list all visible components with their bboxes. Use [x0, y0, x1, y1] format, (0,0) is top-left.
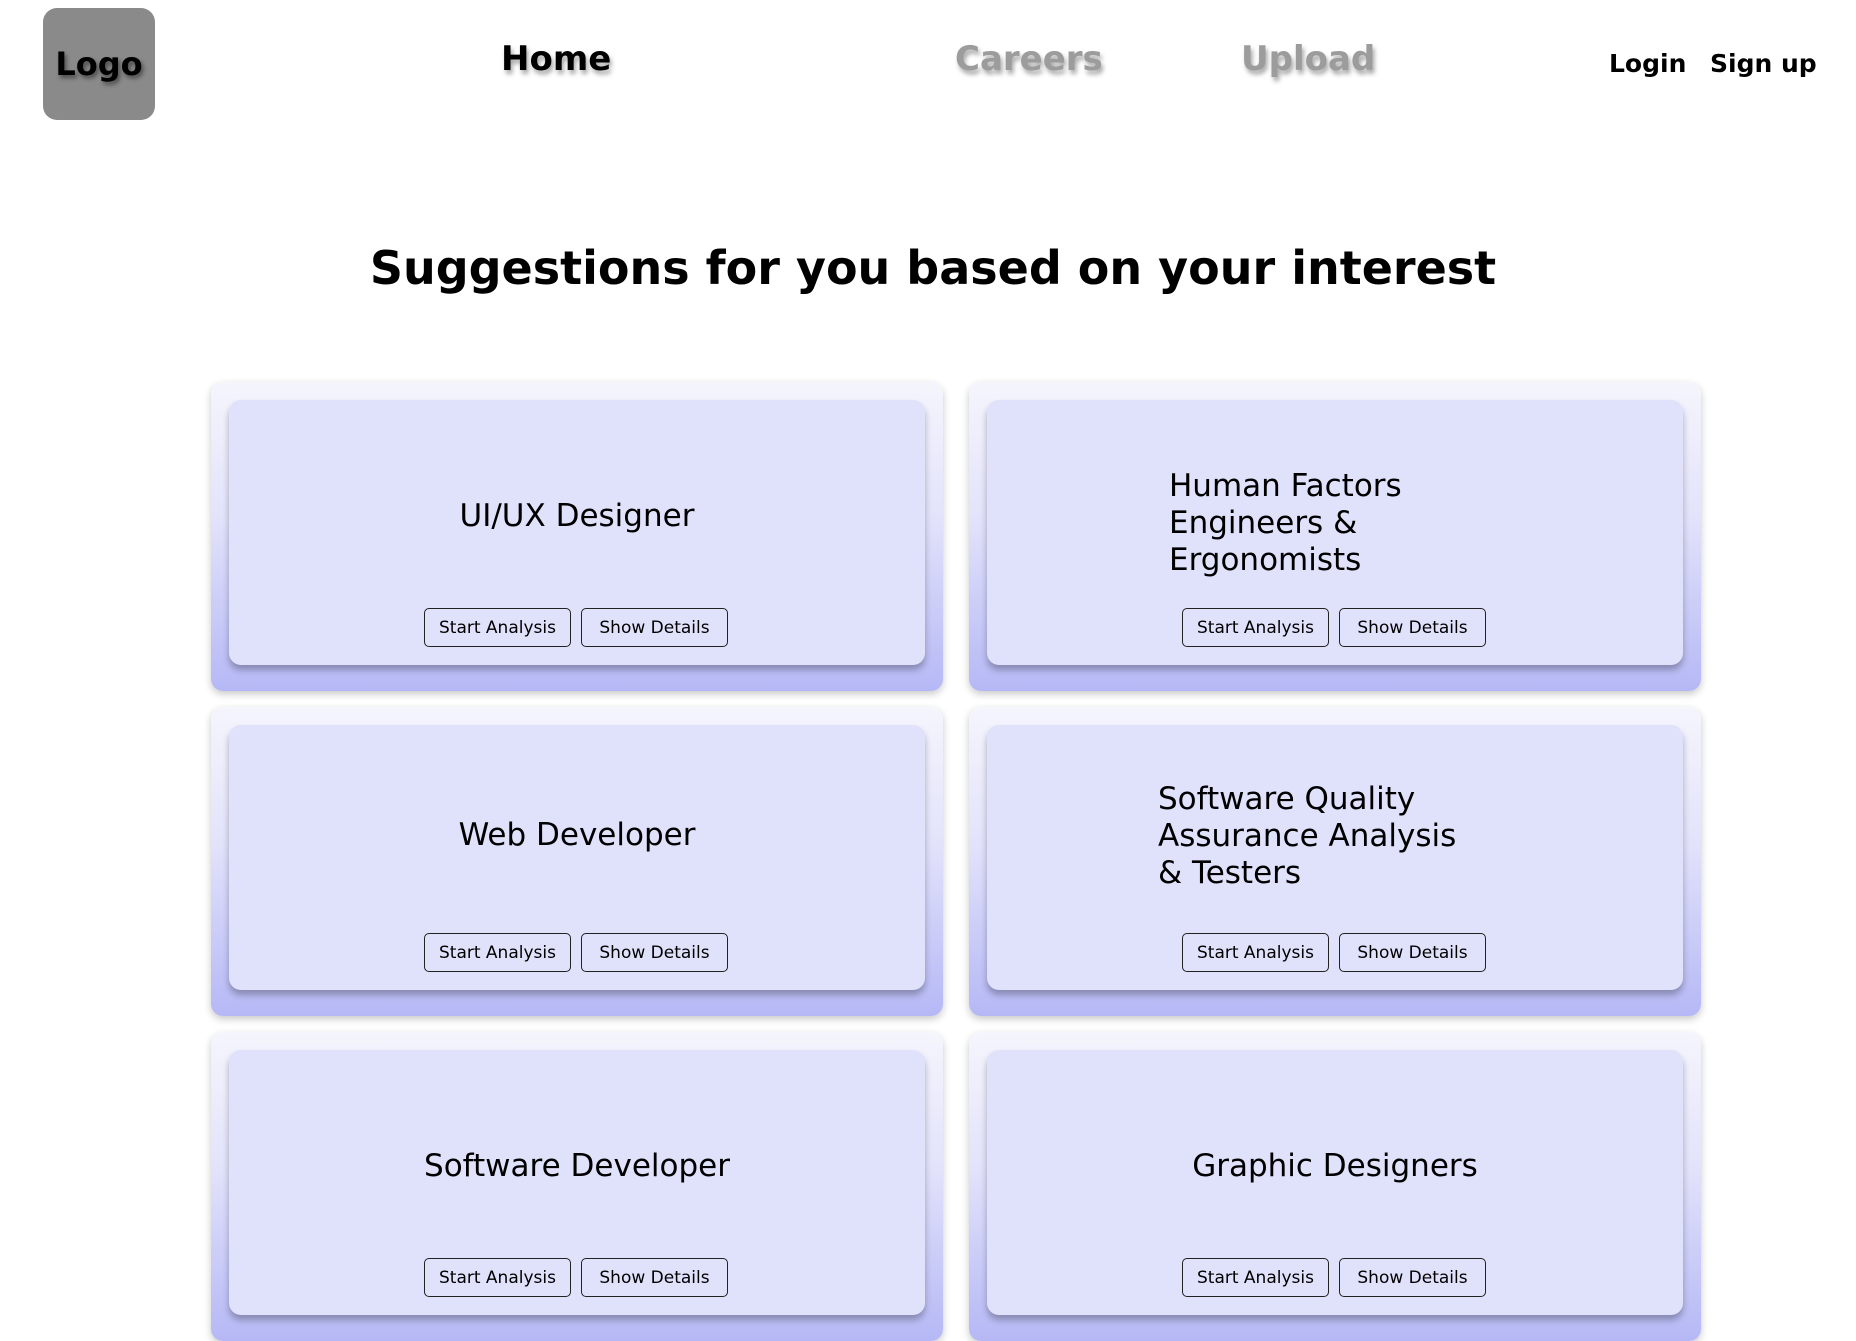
show-details-button[interactable]: Show Details	[1339, 608, 1486, 647]
suggestion-card-software-developer: Software Developer Start Analysis Show D…	[211, 1032, 943, 1341]
suggestion-card-body: Graphic Designers Start Analysis Show De…	[987, 1050, 1683, 1315]
signup-link[interactable]: Sign up	[1710, 47, 1817, 81]
suggestion-card-body: Software Quality Assurance Analysis & Te…	[987, 725, 1683, 990]
suggestion-card-software-qa-testers: Software Quality Assurance Analysis & Te…	[969, 707, 1701, 1016]
card-title: UI/UX Designer	[459, 498, 695, 534]
logo[interactable]: Logo	[43, 8, 155, 120]
suggestion-card-human-factors-engineers: Human Factors Engineers & Ergonomists St…	[969, 382, 1701, 691]
show-details-button[interactable]: Show Details	[1339, 1258, 1486, 1297]
top-nav: Logo Home Careers Upload Login Sign up	[0, 0, 1856, 140]
start-analysis-button[interactable]: Start Analysis	[424, 933, 571, 972]
suggestion-card-body: Human Factors Engineers & Ergonomists St…	[987, 400, 1683, 665]
page-title: Suggestions for you based on your intere…	[369, 241, 1497, 295]
suggestion-card-body: Web Developer Start Analysis Show Detail…	[229, 725, 925, 990]
card-title: Graphic Designers	[1192, 1148, 1478, 1184]
card-title: Software Developer	[424, 1148, 730, 1184]
card-title: Human Factors Engineers & Ergonomists	[1169, 468, 1402, 578]
start-analysis-button[interactable]: Start Analysis	[1182, 933, 1329, 972]
show-details-button[interactable]: Show Details	[1339, 933, 1486, 972]
card-title: Web Developer	[458, 817, 696, 853]
card-title: Software Quality Assurance Analysis & Te…	[1158, 781, 1457, 891]
suggestion-card-body: Software Developer Start Analysis Show D…	[229, 1050, 925, 1315]
nav-careers-link[interactable]: Careers	[955, 36, 1103, 82]
start-analysis-button[interactable]: Start Analysis	[424, 1258, 571, 1297]
suggestion-card-ui-ux-designer: UI/UX Designer Start Analysis Show Detai…	[211, 382, 943, 691]
login-link[interactable]: Login	[1609, 47, 1686, 81]
start-analysis-button[interactable]: Start Analysis	[1182, 1258, 1329, 1297]
show-details-button[interactable]: Show Details	[581, 608, 728, 647]
suggestion-card-body: UI/UX Designer Start Analysis Show Detai…	[229, 400, 925, 665]
suggestion-card-web-developer: Web Developer Start Analysis Show Detail…	[211, 707, 943, 1016]
start-analysis-button[interactable]: Start Analysis	[1182, 608, 1329, 647]
nav-upload-link[interactable]: Upload	[1241, 36, 1375, 82]
show-details-button[interactable]: Show Details	[581, 1258, 728, 1297]
show-details-button[interactable]: Show Details	[581, 933, 728, 972]
nav-home-link[interactable]: Home	[501, 36, 611, 82]
start-analysis-button[interactable]: Start Analysis	[424, 608, 571, 647]
suggestion-card-graphic-designers: Graphic Designers Start Analysis Show De…	[969, 1032, 1701, 1341]
